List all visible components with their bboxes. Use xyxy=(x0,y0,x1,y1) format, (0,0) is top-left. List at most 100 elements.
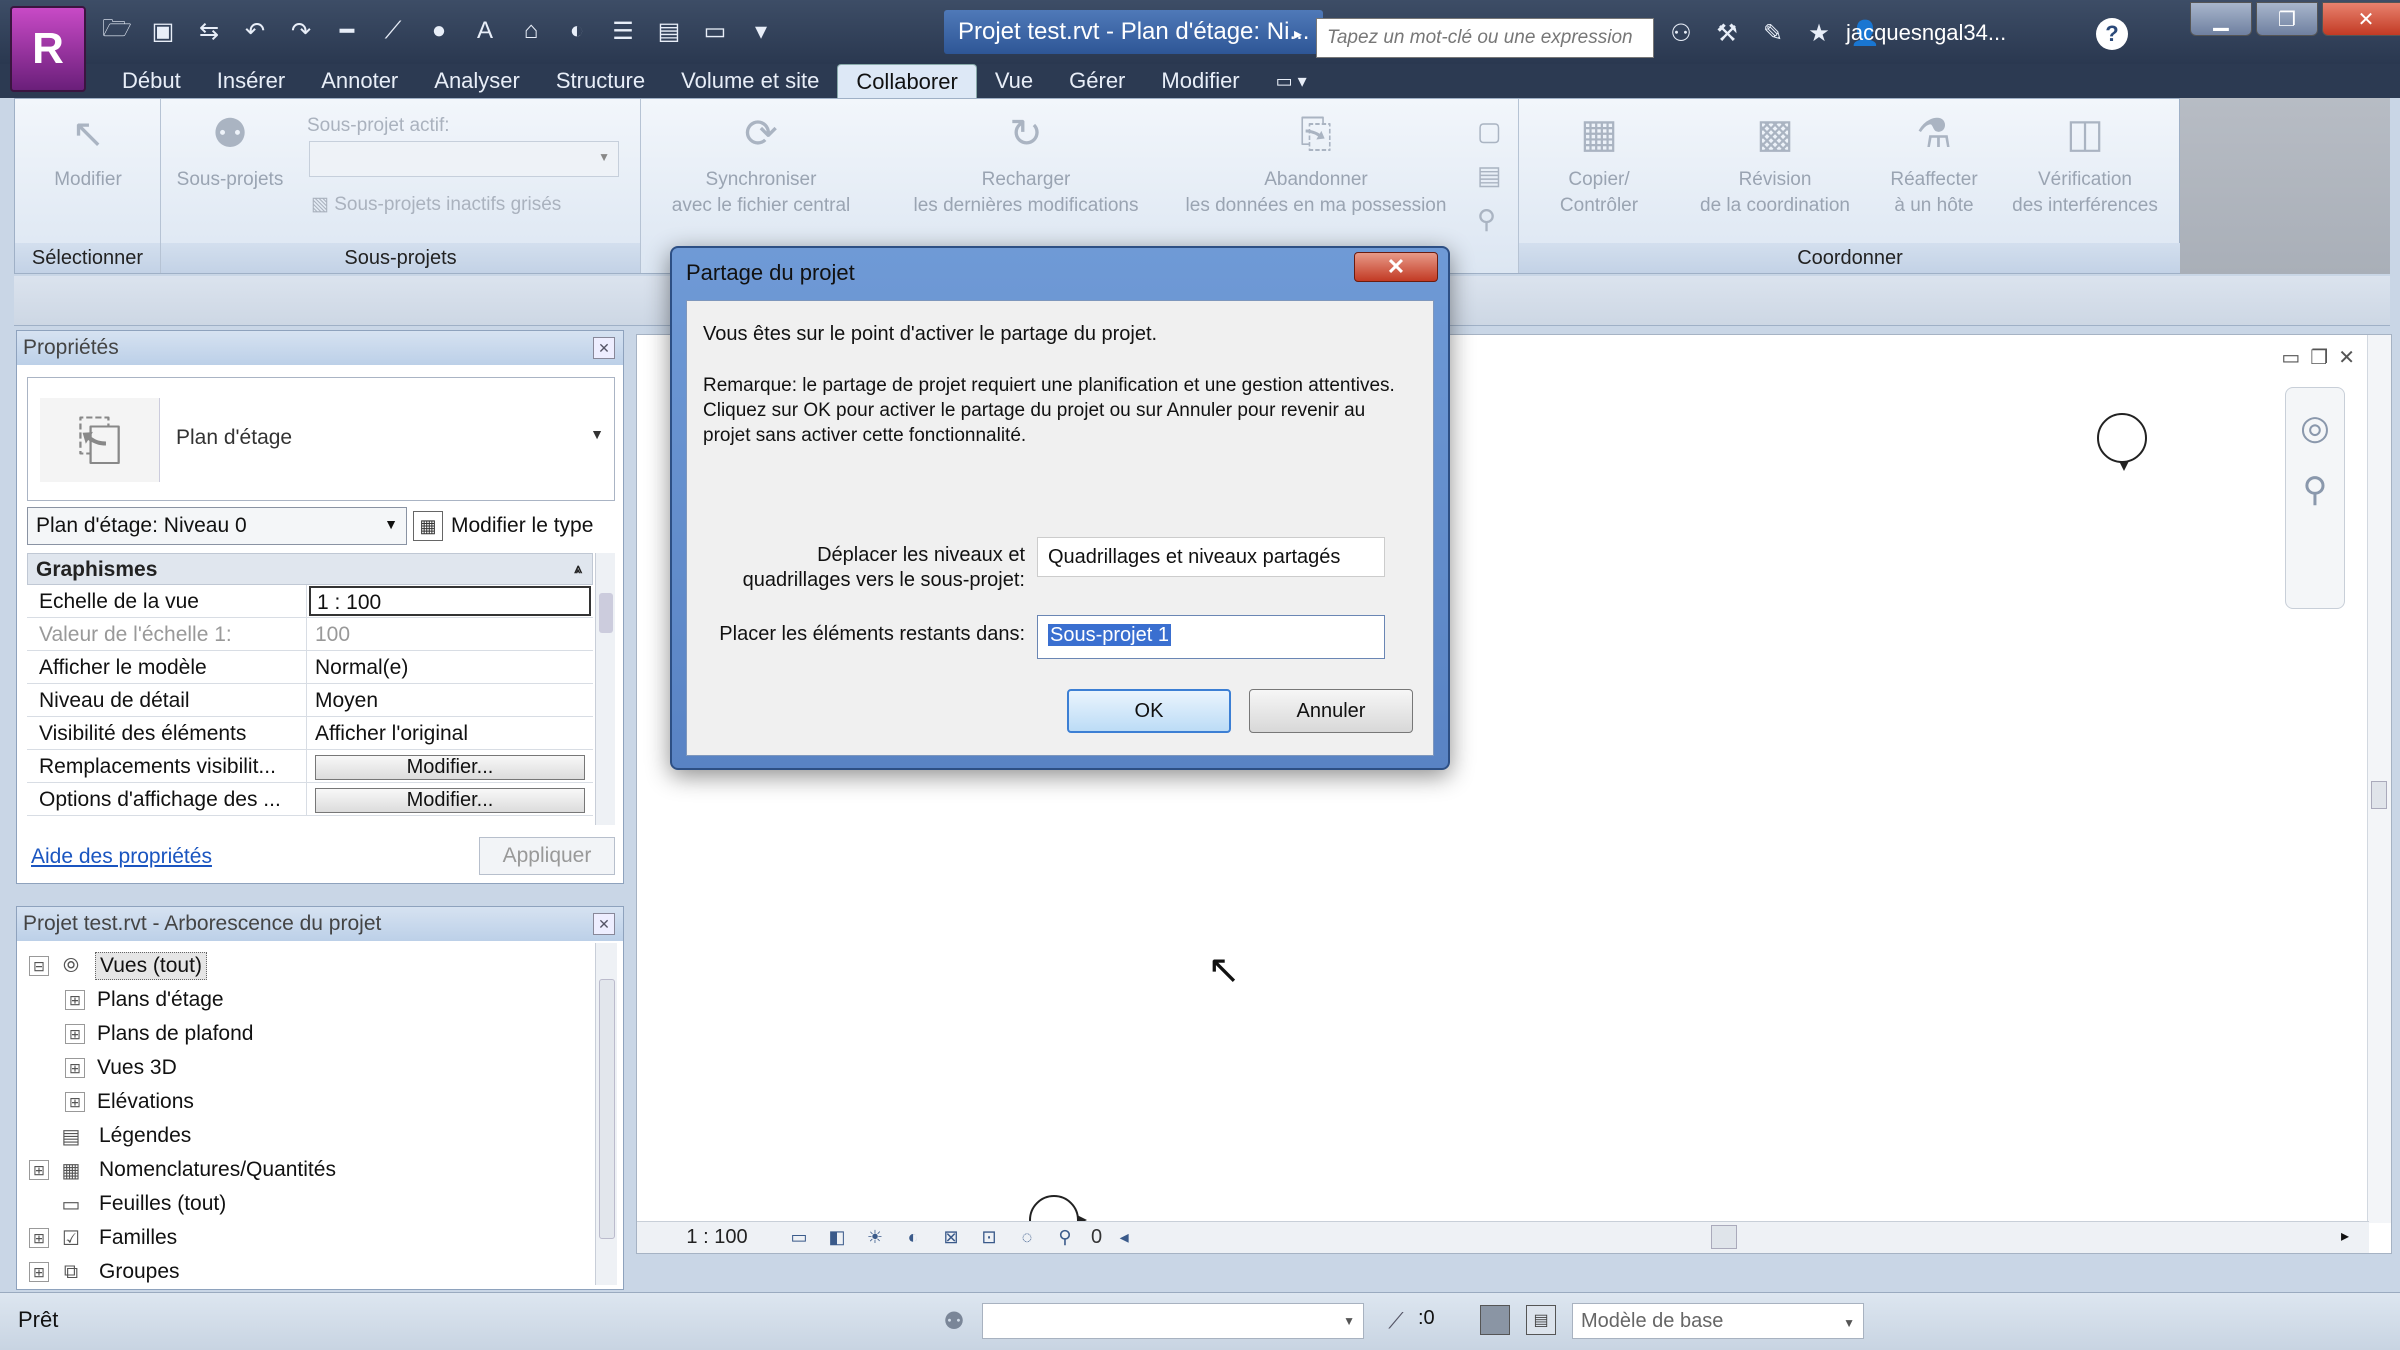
tree-node-schedules[interactable]: ⊞ ▦ Nomenclatures/Quantités xyxy=(25,1153,585,1187)
tab-gerer[interactable]: Gérer xyxy=(1051,64,1143,98)
scroll-right-icon[interactable]: ▸ xyxy=(2341,1226,2349,1246)
reveal-hidden-icon[interactable]: ⚲ xyxy=(1049,1224,1081,1252)
cancel-button[interactable]: Annuler xyxy=(1249,689,1413,733)
redo-icon[interactable]: ↷ xyxy=(284,14,318,48)
tab-modifier[interactable]: Modifier xyxy=(1143,64,1257,98)
collapse-icon[interactable]: ⩓ xyxy=(574,560,582,577)
expand-toggle[interactable]: ⊞ xyxy=(65,1092,85,1112)
synchronize-button[interactable]: ⟳ Synchroniser avec le fichier central xyxy=(641,107,881,219)
switch-windows-icon[interactable]: ▭ xyxy=(698,14,732,48)
editing-requests-icon[interactable]: ⚲ xyxy=(1477,197,1502,241)
undo-icon[interactable]: ↶ xyxy=(238,14,272,48)
crop-view-icon[interactable]: ⊠ xyxy=(935,1224,967,1252)
ok-button[interactable]: OK xyxy=(1067,689,1231,733)
scroll-left-icon[interactable]: ◂ xyxy=(1108,1224,1140,1252)
show-crop-icon[interactable]: ⊡ xyxy=(973,1224,1005,1252)
selection-filter-icon[interactable]: ⟋ xyxy=(1380,1303,1412,1339)
scroll-thumb[interactable] xyxy=(599,979,615,1239)
minimize-button[interactable]: ▁ xyxy=(2190,2,2252,36)
text-icon[interactable]: A xyxy=(468,14,502,48)
property-value-input[interactable]: 1 : 100 xyxy=(309,586,591,616)
3d-view-icon[interactable]: ⌂ xyxy=(514,14,548,48)
tab-structure[interactable]: Structure xyxy=(538,64,663,98)
property-row[interactable]: Visibilité des éléments Afficher l'origi… xyxy=(27,717,593,750)
view-scale-button[interactable]: 1 : 100 xyxy=(657,1226,777,1249)
active-workset-status-select[interactable]: ▼ xyxy=(982,1303,1364,1339)
collapse-toggle[interactable]: ⊟ xyxy=(29,956,49,976)
remaining-elements-input[interactable]: Sous-projet 1 xyxy=(1037,615,1385,659)
property-value[interactable]: Normal(e) xyxy=(307,651,593,683)
tab-debut[interactable]: Début xyxy=(104,64,199,98)
expand-toggle[interactable]: ⊞ xyxy=(65,990,85,1010)
close-window-button[interactable]: ✕ xyxy=(2322,2,2400,36)
tab-analyser[interactable]: Analyser xyxy=(416,64,538,98)
user-name[interactable]: jacquesngal34... xyxy=(1846,20,2006,46)
tree-node-elevations[interactable]: ⊞ Elévations xyxy=(25,1085,585,1119)
tree-node-ceiling-plans[interactable]: ⊞ Plans de plafond xyxy=(25,1017,585,1051)
thin-lines-icon[interactable]: ☰ xyxy=(606,14,640,48)
customize-qat-icon[interactable]: ▾ xyxy=(744,14,778,48)
steering-wheel-icon[interactable]: ◎ xyxy=(2293,406,2337,450)
history-icon[interactable]: ▢ xyxy=(1477,109,1502,153)
reconcile-hosting-button[interactable]: ⚗ Réaffecter à un hôte xyxy=(1869,107,1999,219)
tree-node-views[interactable]: ⊟ ⦾ Vues (tout) xyxy=(25,949,585,983)
visual-style-icon[interactable]: ◧ xyxy=(821,1224,853,1252)
open-icon[interactable]: 🗁 xyxy=(100,14,134,48)
temporary-hide-icon[interactable]: ◌ xyxy=(1011,1224,1043,1252)
coordination-review-button[interactable]: ▩ Révision de la coordination xyxy=(1675,107,1875,219)
tab-volume-et-site[interactable]: Volume et site xyxy=(663,64,837,98)
instance-view-selector[interactable]: Plan d'étage: Niveau 0 ▼ xyxy=(27,507,407,545)
shadows-icon[interactable]: ◐ xyxy=(897,1224,929,1252)
ribbon-minimize-toggle[interactable]: ▭ ▾ xyxy=(1258,64,1325,98)
horizontal-scroll-thumb[interactable] xyxy=(1711,1225,1737,1249)
zoom-icon[interactable]: ⚲ xyxy=(2293,468,2337,512)
favorites-icon[interactable]: ★ xyxy=(1802,16,1836,50)
reload-latest-button[interactable]: ↻ Recharger les dernières modifications xyxy=(891,107,1161,219)
close-hidden-icon[interactable]: ▤ xyxy=(652,14,686,48)
canvas-vertical-scrollbar[interactable] xyxy=(2367,335,2391,1223)
tree-node-groups[interactable]: ⊞ ⧉ Groupes xyxy=(25,1255,585,1289)
sync-icon[interactable]: ⇆ xyxy=(192,14,226,48)
tag-icon[interactable]: ● xyxy=(422,14,456,48)
view-close-icon[interactable]: ✕ xyxy=(2338,345,2355,370)
active-workset-select[interactable]: ▼ xyxy=(309,141,619,177)
scroll-thumb[interactable] xyxy=(599,593,613,633)
design-options-icon[interactable]: ▤ xyxy=(1526,1305,1556,1335)
tab-annoter[interactable]: Annoter xyxy=(303,64,416,98)
graphic-display-edit-button[interactable]: Modifier... xyxy=(315,788,585,813)
sun-path-icon[interactable]: ☀ xyxy=(859,1224,891,1252)
search-expand-icon[interactable]: ▸ xyxy=(1294,24,1302,44)
tree-node-families[interactable]: ⊞ ☑ Familles xyxy=(25,1221,585,1255)
application-menu-button[interactable]: R xyxy=(10,6,86,92)
expand-toggle[interactable]: ⊞ xyxy=(65,1024,85,1044)
scroll-thumb[interactable] xyxy=(2371,781,2387,809)
expand-toggle[interactable]: ⊞ xyxy=(65,1058,85,1078)
expand-toggle[interactable]: ⊞ xyxy=(29,1262,49,1282)
panel-close-icon[interactable]: ✕ xyxy=(593,913,615,935)
expand-toggle[interactable]: ⊞ xyxy=(29,1160,49,1180)
interference-check-button[interactable]: ◫ Vérification des interférences xyxy=(1995,107,2175,219)
dimension-icon[interactable]: ⟋ xyxy=(376,14,410,48)
restore-backup-icon[interactable]: ▤ xyxy=(1477,153,1502,197)
expand-toggle[interactable]: ⊞ xyxy=(29,1228,49,1248)
property-row[interactable]: Niveau de détail Moyen xyxy=(27,684,593,717)
save-icon[interactable]: ▣ xyxy=(146,14,180,48)
type-selector[interactable]: ⎗ Plan d'étage ▼ xyxy=(27,377,615,501)
subscription-icon[interactable]: ⚒ xyxy=(1710,16,1744,50)
gray-inactive-worksets-toggle[interactable]: ▧ Sous-projets inactifs grisés xyxy=(311,193,561,216)
properties-scrollbar[interactable] xyxy=(595,553,615,825)
editable-only-icon[interactable] xyxy=(1480,1305,1510,1335)
project-browser-scrollbar[interactable] xyxy=(595,943,617,1285)
modify-button[interactable]: ↖ Modifier xyxy=(23,107,153,193)
tab-collaborer[interactable]: Collaborer xyxy=(837,64,977,98)
property-value[interactable]: Moyen xyxy=(307,684,593,716)
property-row[interactable]: Afficher le modèle Normal(e) xyxy=(27,651,593,684)
tree-node-sheets[interactable]: ▭ Feuilles (tout) xyxy=(25,1187,585,1221)
property-value[interactable]: Afficher l'original xyxy=(307,717,593,749)
elevation-marker-north[interactable] xyxy=(2097,413,2147,471)
view-restore-icon[interactable]: ❐ xyxy=(2310,345,2328,370)
design-option-select[interactable]: Modèle de base ▼ xyxy=(1572,1303,1864,1339)
worksets-status-icon[interactable]: ⚉ xyxy=(936,1303,972,1339)
apply-button[interactable]: Appliquer xyxy=(479,837,615,875)
section-icon[interactable]: ◐ xyxy=(560,14,594,48)
